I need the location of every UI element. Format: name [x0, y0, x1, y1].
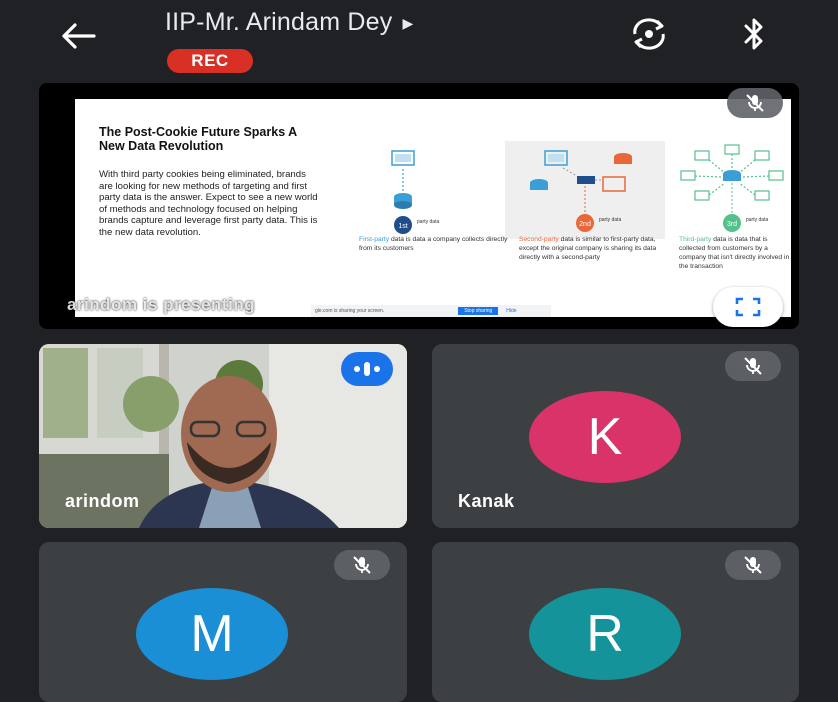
shared-slide: The Post-Cookie Future Sparks A New Data… [75, 99, 791, 317]
third-party-caption: Third-party data is data that is collect… [679, 235, 795, 271]
first-party-diagram-art: 1st party data [391, 150, 439, 234]
second-party-diagram: 2nd party data [505, 141, 665, 239]
presentation-tile[interactable]: The Post-Cookie Future Sparks A New Data… [39, 83, 799, 329]
meeting-title[interactable]: IIP-Mr. Arindam Dey ▶ [165, 8, 413, 37]
second-party-label: party data [599, 217, 621, 223]
participant-tile-r[interactable]: R [432, 542, 799, 702]
slide-title: The Post-Cookie Future Sparks A New Data… [99, 125, 297, 153]
participant-tile-kanak[interactable]: K Kanak [432, 344, 799, 528]
first-party-caption: First-party data is data a company colle… [359, 235, 509, 253]
third-party-label: party data [746, 217, 768, 223]
stop-sharing-button[interactable]: Stop sharing [458, 307, 499, 315]
second-party-diagram-art: 2nd party data [530, 150, 632, 232]
recording-badge: REC [167, 49, 253, 73]
speaking-bar [364, 362, 370, 376]
third-party-num: 3rd [727, 221, 737, 228]
first-party-caption-highlight: First-party [359, 236, 390, 243]
switch-camera-button[interactable] [626, 14, 672, 54]
participant-name: arindom [65, 491, 140, 511]
mute-badge [725, 550, 781, 580]
presenting-label: arindom is presenting [67, 295, 256, 314]
mic-off-icon [353, 556, 371, 574]
first-party-label: party data [417, 219, 439, 225]
screen-share-bar: gle.com is sharing your screen. Stop sha… [311, 305, 551, 317]
participant-tile-arindom[interactable]: arindom [39, 344, 407, 528]
share-bar-text: gle.com is sharing your screen. [315, 308, 385, 314]
avatar: R [529, 588, 681, 680]
speaking-bar [354, 366, 360, 372]
mute-badge [334, 550, 390, 580]
title-caret-icon: ▶ [402, 14, 414, 31]
speaking-bar [374, 366, 380, 372]
first-party-diagram: 1st party data [357, 141, 517, 239]
avatar: K [529, 391, 681, 483]
bluetooth-icon [744, 18, 763, 50]
switch-camera-icon [633, 18, 665, 50]
back-arrow-icon [62, 23, 96, 49]
mute-badge [725, 351, 781, 381]
hide-button[interactable]: Hide [506, 308, 516, 314]
meeting-title-text: IIP-Mr. Arindam Dey [165, 8, 393, 36]
third-party-caption-highlight: Third-party [679, 236, 712, 243]
first-party-num: 1st [398, 223, 407, 230]
mic-off-icon [746, 94, 764, 112]
second-party-num: 2nd [579, 221, 591, 228]
fullscreen-button[interactable] [713, 287, 783, 327]
slide-body: With third party cookies being eliminate… [99, 169, 318, 238]
mic-off-icon [744, 357, 762, 375]
second-party-caption-highlight: Second-party [519, 236, 559, 243]
presentation-mute-badge [727, 88, 783, 118]
speaking-indicator [341, 352, 393, 386]
participant-name: Kanak [458, 491, 515, 511]
bluetooth-audio-button[interactable] [734, 14, 774, 54]
mic-off-icon [744, 556, 762, 574]
third-party-diagram: 3rd party data [665, 141, 799, 239]
top-bar: IIP-Mr. Arindam Dey ▶ REC [0, 0, 838, 80]
second-party-caption: Second-party data is similar to first-pa… [519, 235, 669, 262]
avatar: M [136, 588, 288, 680]
back-button[interactable] [56, 16, 100, 56]
third-party-diagram-art: 3rd party data [680, 144, 784, 232]
participant-tile-m[interactable]: M [39, 542, 407, 702]
fullscreen-icon [735, 297, 761, 317]
